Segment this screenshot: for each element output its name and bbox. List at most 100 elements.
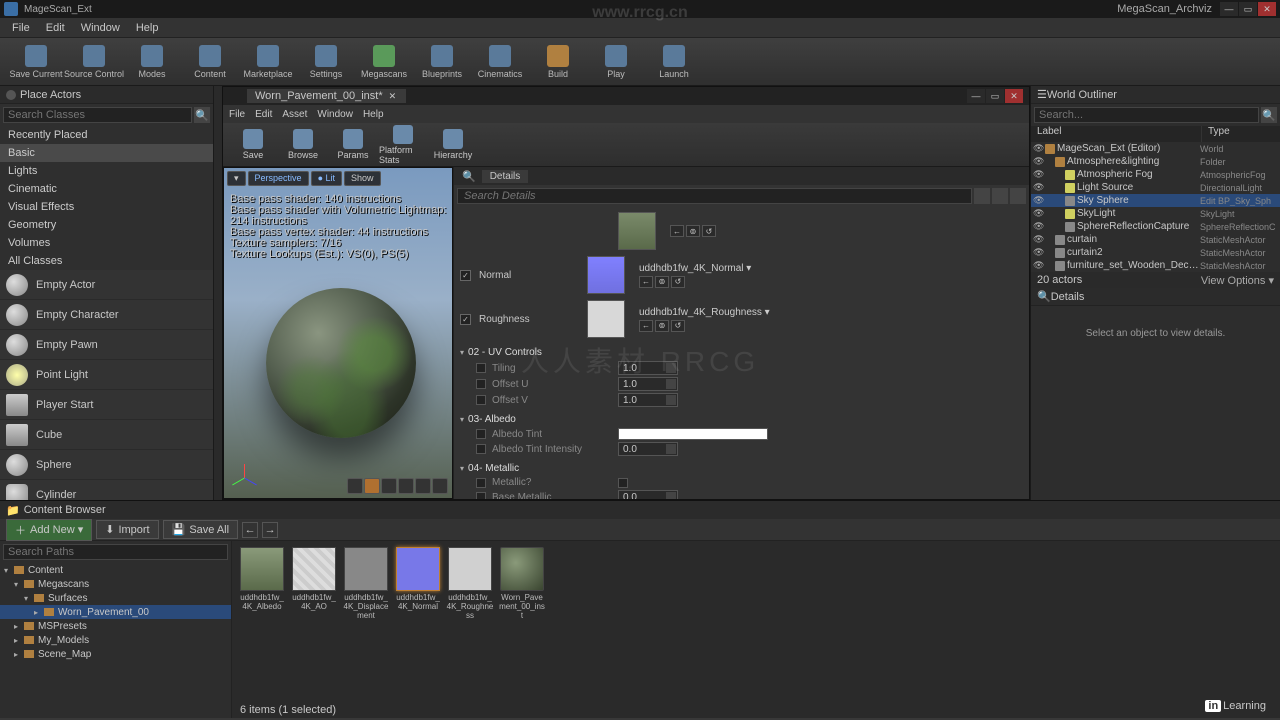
menu-edit[interactable]: Edit <box>38 20 73 36</box>
numeric-input[interactable]: 1.0 <box>618 361 678 375</box>
placer-player-start[interactable]: Player Start <box>0 390 213 420</box>
viewport-[interactable]: ▾ <box>227 171 246 186</box>
param-override-checkbox[interactable] <box>476 395 486 405</box>
category-lights[interactable]: Lights <box>0 162 213 180</box>
visibility-toggle[interactable]: 👁 <box>1033 143 1045 154</box>
details-eye-icon[interactable] <box>1010 188 1026 204</box>
add-new-button[interactable]: ＋Add New ▾ <box>6 519 92 541</box>
close-button[interactable]: ✕ <box>1258 2 1276 16</box>
param-override-checkbox[interactable] <box>476 429 486 439</box>
category-cinematic[interactable]: Cinematic <box>0 180 213 198</box>
tex-reset-button[interactable]: ↺ <box>671 276 685 288</box>
visibility-toggle[interactable]: 👁 <box>1033 221 1045 232</box>
import-button[interactable]: ⬇Import <box>96 520 158 539</box>
editor-menu-help[interactable]: Help <box>363 109 384 120</box>
toolbar-mega-button[interactable]: Megascans <box>356 40 412 84</box>
group-02-uv-controls[interactable]: ▾02 - UV Controls <box>460 345 1023 360</box>
outliner-col-label[interactable]: Label <box>1031 126 1202 142</box>
menu-help[interactable]: Help <box>128 20 167 36</box>
outliner-row[interactable]: 👁Atmospheric FogAtmosphericFog <box>1031 168 1280 181</box>
category-volumes[interactable]: Volumes <box>0 234 213 252</box>
toolbar-sc-button[interactable]: Source Control <box>66 40 122 84</box>
category-visual-effects[interactable]: Visual Effects <box>0 198 213 216</box>
search-icon[interactable]: 🔍 <box>1261 107 1277 123</box>
place-actors-search-input[interactable] <box>3 107 192 123</box>
asset-ao[interactable]: uddhdb1fw_4K_AO <box>290 547 338 611</box>
outliner-row[interactable]: 👁Light SourceDirectionalLight <box>1031 181 1280 194</box>
editor-menu-edit[interactable]: Edit <box>255 109 272 120</box>
asset-mat[interactable]: Worn_Pavement_00_inst <box>498 547 546 620</box>
outliner-view-options[interactable]: View Options ▾ <box>1201 274 1274 287</box>
toolbar-set-button[interactable]: Settings <box>298 40 354 84</box>
editor-tab[interactable]: Worn_Pavement_00_inst* ✕ <box>247 89 406 103</box>
editor-close-button[interactable]: ✕ <box>1005 89 1023 103</box>
editor-maximize-button[interactable]: ▭ <box>986 89 1004 103</box>
numeric-input[interactable]: 0.0 <box>618 442 678 456</box>
editor-tool-save[interactable]: Save <box>229 125 277 165</box>
normal-texture-name[interactable]: uddhdb1fw_4K_Normal ▾ <box>639 263 751 274</box>
outliner-search-input[interactable] <box>1034 107 1259 123</box>
editor-tab-close[interactable]: ✕ <box>387 91 399 102</box>
tree-my_models[interactable]: ▸My_Models <box>0 633 231 647</box>
albedo-texture-thumb[interactable] <box>618 212 656 250</box>
numeric-input[interactable]: 0.0 <box>618 490 678 499</box>
outliner-col-type[interactable]: Type <box>1202 126 1280 142</box>
editor-menu-window[interactable]: Window <box>317 109 353 120</box>
tex-use-button[interactable]: ⊚ <box>686 225 700 237</box>
details-tab[interactable]: Details <box>482 170 529 183</box>
tex-back-button[interactable]: ← <box>639 276 653 288</box>
tree-surfaces[interactable]: ▾Surfaces <box>0 591 231 605</box>
viewport-lit[interactable]: ● Lit <box>311 171 342 186</box>
tree-megascans[interactable]: ▾Megascans <box>0 577 231 591</box>
outliner-row[interactable]: 👁MageScan_Ext (Editor)World <box>1031 142 1280 155</box>
toolbar-launch-button[interactable]: Launch <box>646 40 702 84</box>
asset-rgh[interactable]: uddhdb1fw_4K_Roughness <box>446 547 494 620</box>
editor-menu-file[interactable]: File <box>229 109 245 120</box>
visibility-toggle[interactable]: 👁 <box>1033 156 1045 167</box>
asset-alb[interactable]: uddhdb1fw_4K_Albedo <box>238 547 286 611</box>
menu-window[interactable]: Window <box>73 20 128 36</box>
group-03-albedo[interactable]: ▾03- Albedo <box>460 412 1023 427</box>
placer-empty-actor[interactable]: Empty Actor <box>0 270 213 300</box>
editor-tool-hierarchy[interactable]: Hierarchy <box>429 125 477 165</box>
category-all-classes[interactable]: All Classes <box>0 252 213 270</box>
menu-file[interactable]: File <box>4 20 38 36</box>
tex-back-button[interactable]: ← <box>639 320 653 332</box>
tree-content[interactable]: ▾Content <box>0 563 231 577</box>
viewport-shape-buttons[interactable] <box>347 478 448 494</box>
normal-checkbox[interactable] <box>460 270 471 281</box>
outliner-row[interactable]: 👁Sky SphereEdit BP_Sky_Sph <box>1031 194 1280 207</box>
toolbar-build-button[interactable]: Build <box>530 40 586 84</box>
visibility-toggle[interactable]: 👁 <box>1033 260 1045 271</box>
tree-mspresets[interactable]: ▸MSPresets <box>0 619 231 633</box>
roughness-texture-name[interactable]: uddhdb1fw_4K_Roughness ▾ <box>639 307 770 318</box>
cb-tree-search-input[interactable] <box>3 544 228 560</box>
toolbar-play-button[interactable]: Play <box>588 40 644 84</box>
cb-nav-back[interactable]: ← <box>242 522 258 538</box>
editor-tool-params[interactable]: Params <box>329 125 377 165</box>
visibility-toggle[interactable]: 👁 <box>1033 182 1045 193</box>
numeric-input[interactable]: 1.0 <box>618 377 678 391</box>
color-swatch[interactable] <box>618 428 768 440</box>
asset-disp[interactable]: uddhdb1fw_4K_Displacement <box>342 547 390 620</box>
param-override-checkbox[interactable] <box>476 363 486 373</box>
category-geometry[interactable]: Geometry <box>0 216 213 234</box>
toolbar-bp-button[interactable]: Blueprints <box>414 40 470 84</box>
outliner-row[interactable]: 👁curtain2StaticMeshActor <box>1031 246 1280 259</box>
normal-texture-thumb[interactable] <box>587 256 625 294</box>
outliner-row[interactable]: 👁Atmosphere&lightingFolder <box>1031 155 1280 168</box>
tex-use-button[interactable]: ⊚ <box>655 320 669 332</box>
viewport-show[interactable]: Show <box>344 171 381 186</box>
viewport-perspective[interactable]: Perspective <box>248 171 309 186</box>
tex-back-button[interactable]: ← <box>670 225 684 237</box>
toolbar-mkt-button[interactable]: Marketplace <box>240 40 296 84</box>
editor-tool-browse[interactable]: Browse <box>279 125 327 165</box>
outliner-row[interactable]: 👁furniture_set_Wooden_Deck_Chair_StaticM… <box>1031 259 1280 272</box>
toolbar-save-button[interactable]: Save Current <box>8 40 64 84</box>
details-search-icon[interactable] <box>974 188 990 204</box>
toolbar-content-button[interactable]: Content <box>182 40 238 84</box>
minimize-button[interactable]: — <box>1220 2 1238 16</box>
asset-nrm[interactable]: uddhdb1fw_4K_Normal <box>394 547 442 611</box>
editor-tool-platform-stats[interactable]: Platform Stats <box>379 125 427 165</box>
placer-empty-pawn[interactable]: Empty Pawn <box>0 330 213 360</box>
